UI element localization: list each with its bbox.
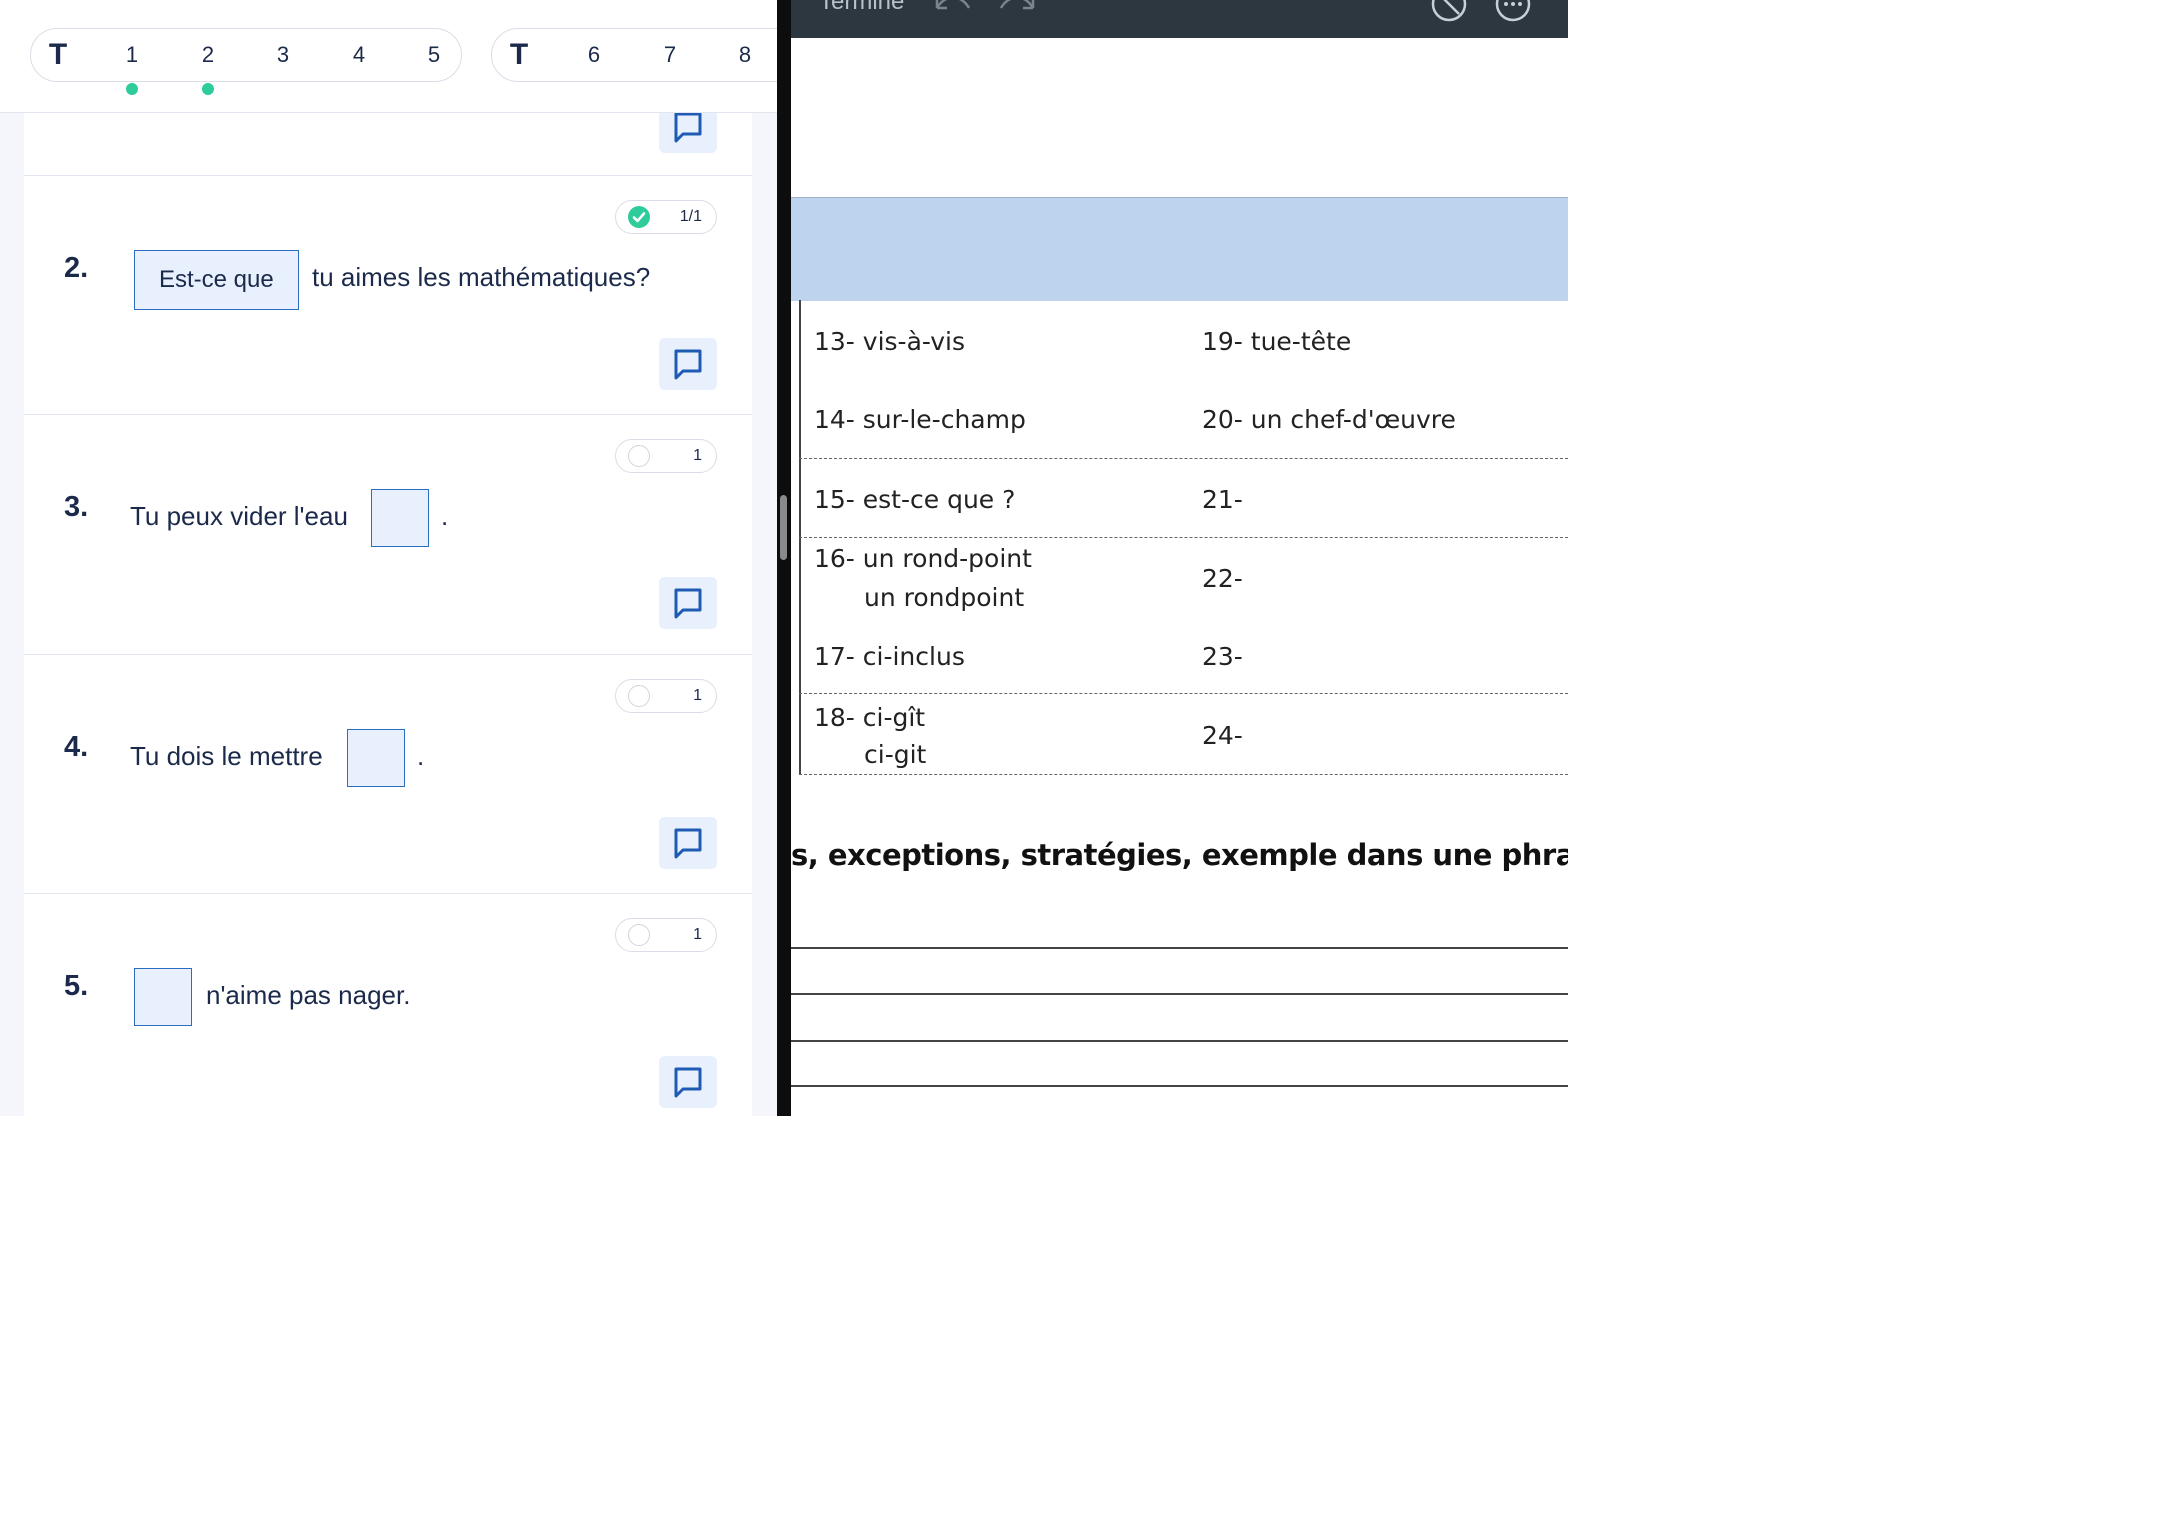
answer-blank[interactable] [347, 729, 405, 787]
question-card-3: 1 3. Tu peux vider l'eau . [24, 415, 752, 655]
question-punctuation: . [441, 501, 449, 531]
done-button[interactable]: Terminé [819, 0, 904, 16]
question-card-5: 1 5. n'aime pas nager. [24, 894, 752, 1116]
ruled-line [791, 947, 1568, 949]
nav-item-text[interactable]: T [504, 29, 534, 81]
comment-button[interactable] [659, 338, 717, 390]
split-view-handle[interactable] [780, 495, 787, 560]
table-cell: un rondpoint [864, 583, 1025, 612]
question-text: tu aimes les mathématiques? [312, 262, 651, 292]
table-cell: 22- [1202, 564, 1243, 593]
table-cell: ci-git [864, 740, 927, 769]
comment-icon [674, 349, 702, 380]
question-text: n'aime pas nager. [206, 980, 411, 1010]
nav-item-1[interactable]: 1 [117, 29, 147, 81]
table-cell: 13- vis-à-vis [814, 327, 966, 356]
table-cell: 16- un rond-point [814, 544, 1032, 573]
more-options-icon[interactable] [1493, 0, 1533, 24]
nav-item-5[interactable]: 5 [419, 29, 449, 81]
document-toolbar: Terminé [791, 0, 1568, 38]
undo-icon[interactable] [933, 0, 973, 18]
question-card-4: 1 4. Tu dois le mettre . [24, 655, 752, 894]
unanswered-circle-icon [628, 924, 650, 946]
comment-button[interactable] [659, 1056, 717, 1108]
table-cell: 21- [1202, 485, 1243, 514]
correct-check-icon [628, 206, 650, 228]
nav-item-3[interactable]: 3 [268, 29, 298, 81]
question-group-1: T 1 2 3 4 5 [30, 28, 462, 82]
question-number: 2. [64, 252, 89, 284]
nav-item-text[interactable]: T [43, 29, 73, 81]
table-header-band [791, 197, 1568, 301]
score-badge: 1 [615, 918, 717, 952]
comment-icon [674, 1067, 702, 1098]
question-navigator: T 1 2 3 4 5 T 6 7 8 [0, 0, 777, 113]
table-cell: 14- sur-le-champ [814, 405, 1026, 434]
table-cell: 17- ci-inclus [814, 642, 965, 671]
question-card-2: 1/1 2. Est-ce que tu aimes les mathémati… [24, 176, 752, 415]
question-punctuation: . [417, 741, 425, 771]
table-cell: 19- tue-tête [1202, 327, 1352, 356]
answered-indicator [202, 83, 214, 95]
ruled-line [791, 993, 1568, 995]
instruction-text: s, exceptions, stratégies, exemple dans … [791, 838, 1568, 872]
nav-item-7[interactable]: 7 [655, 29, 685, 81]
score-badge: 1/1 [615, 200, 717, 234]
score-value: 1 [693, 447, 702, 464]
table-cell: 18- ci-gît [814, 703, 926, 732]
ruled-line [791, 1085, 1568, 1087]
ruled-line [791, 1040, 1568, 1042]
nav-item-8[interactable]: 8 [730, 29, 760, 81]
answer-blank-filled[interactable]: Est-ce que [134, 250, 299, 310]
comment-icon [674, 828, 702, 859]
quiz-panel: 1/1 2. Est-ce que tu aimes les mathémati… [0, 0, 777, 1116]
score-value: 1 [693, 926, 702, 943]
comment-button[interactable] [659, 577, 717, 629]
table-cell: 23- [1202, 642, 1243, 671]
nav-item-2[interactable]: 2 [193, 29, 223, 81]
answer-blank[interactable] [371, 489, 429, 547]
score-value: 1 [693, 687, 702, 704]
question-card-1 [24, 101, 752, 176]
answered-indicator [126, 83, 138, 95]
nav-item-6[interactable]: 6 [579, 29, 609, 81]
question-text: Tu dois le mettre [130, 741, 323, 771]
redo-icon[interactable] [997, 0, 1037, 18]
answer-blank[interactable] [134, 968, 192, 1026]
question-number: 4. [64, 731, 89, 763]
score-value: 1/1 [679, 208, 702, 225]
question-text: Tu peux vider l'eau [130, 501, 348, 531]
score-badge: 1 [615, 679, 717, 713]
document-panel: Terminé 13- vis-à-vis 19- tue-tête 14- s… [791, 0, 1568, 1116]
comment-icon [674, 112, 702, 143]
markup-pen-icon[interactable] [1429, 0, 1469, 24]
comment-icon [674, 588, 702, 619]
nav-item-4[interactable]: 4 [344, 29, 374, 81]
question-number: 3. [64, 491, 89, 523]
unanswered-circle-icon [628, 685, 650, 707]
comment-button[interactable] [659, 817, 717, 869]
score-badge: 1 [615, 439, 717, 473]
unanswered-circle-icon [628, 445, 650, 467]
table-cell: 24- [1202, 721, 1243, 750]
table-cell: 15- est-ce que ? [814, 485, 1016, 514]
table-cell: 20- un chef-d'œuvre [1202, 405, 1456, 434]
question-number: 5. [64, 970, 89, 1002]
question-group-2: T 6 7 8 [491, 28, 777, 82]
